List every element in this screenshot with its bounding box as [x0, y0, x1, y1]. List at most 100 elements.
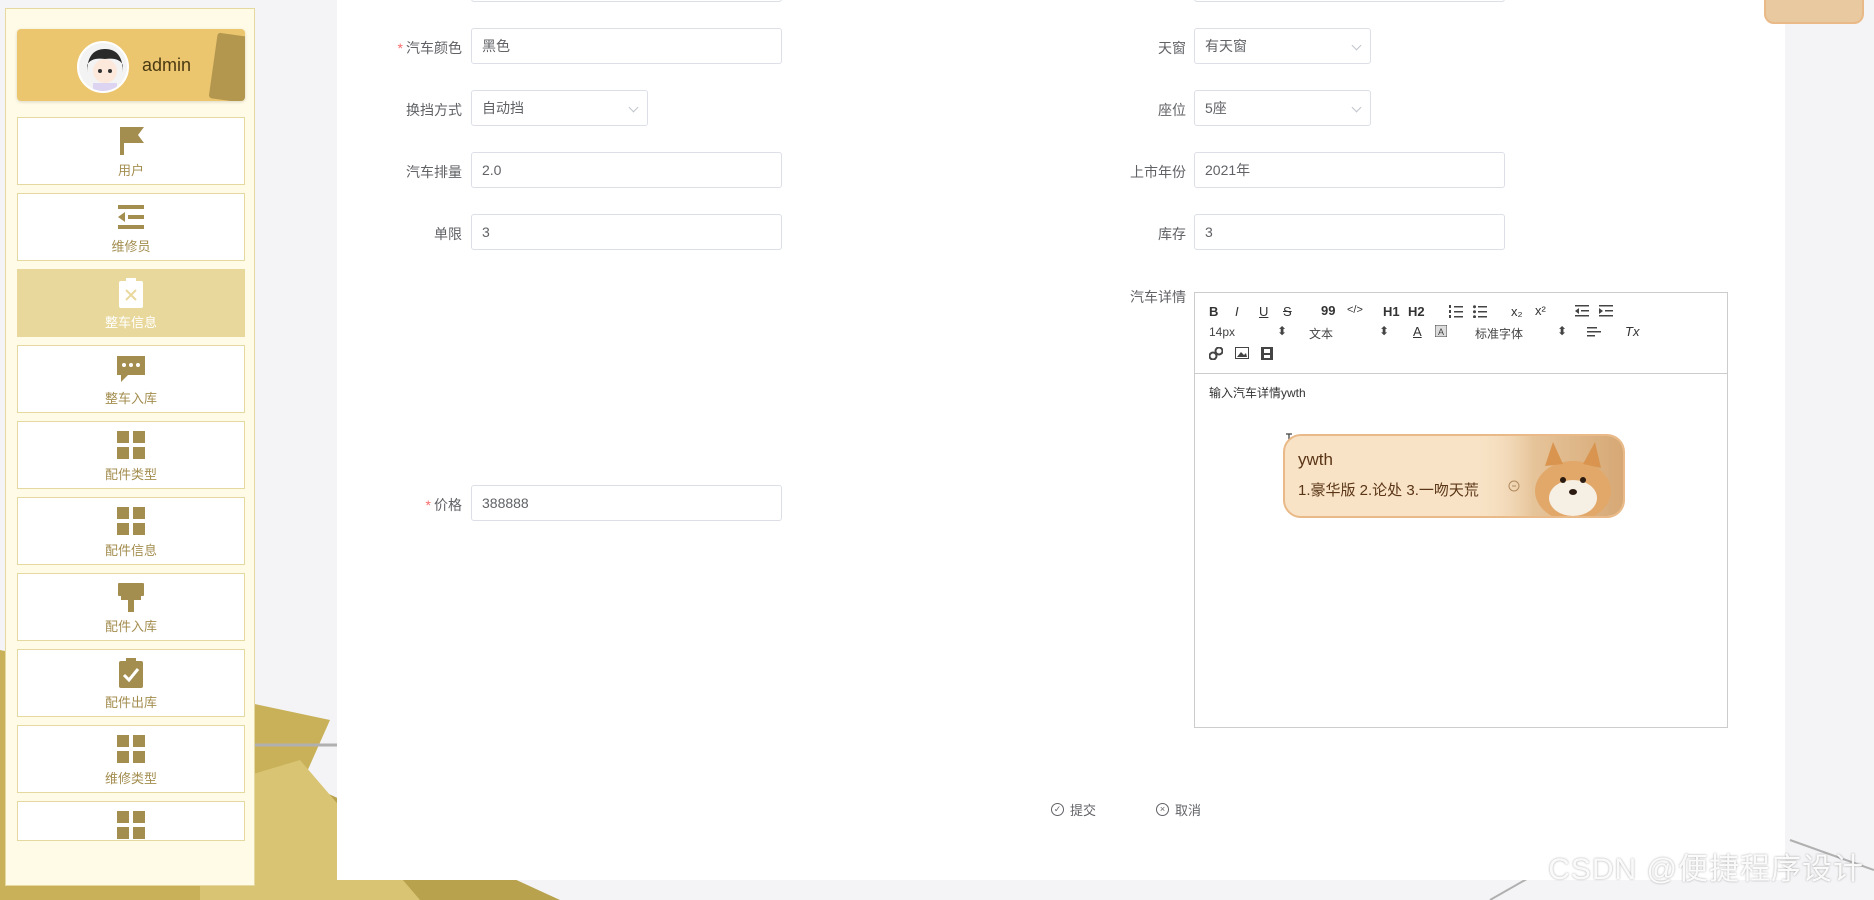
- sunroof-value: 有天窗: [1205, 38, 1247, 54]
- paint-brush-icon: [118, 583, 144, 612]
- quote-button[interactable]: 99: [1321, 303, 1335, 318]
- chevron-down-icon: [1351, 102, 1362, 113]
- sidebar-item-vehicle-stock-in[interactable]: 整车入库: [17, 345, 245, 413]
- font-family-select-arrow: ⬍: [1557, 324, 1568, 338]
- indent-icon[interactable]: [1599, 305, 1613, 317]
- editor-content[interactable]: 输入汽车详情ywth: [1195, 374, 1727, 411]
- limit-label: 单限: [434, 226, 462, 242]
- sidebar-item-repair-types[interactable]: 维修类型: [17, 725, 245, 793]
- bold-button[interactable]: B: [1209, 304, 1218, 319]
- top-clipped-input-right[interactable]: [1194, 0, 1505, 2]
- sidebar-item-label: 配件类型: [104, 467, 157, 482]
- sidebar-item-label: 整车入库: [104, 391, 157, 406]
- sidebar-item-more[interactable]: [17, 801, 245, 841]
- h1-button[interactable]: H1: [1383, 304, 1400, 319]
- check-circle-icon: ✓: [1051, 803, 1064, 816]
- gearbox-value: 自动挡: [482, 100, 524, 116]
- sidebar-item-label: 整车信息: [104, 315, 157, 330]
- image-icon[interactable]: [1235, 347, 1249, 359]
- clipboard-check-icon: [119, 658, 143, 688]
- sidebar-item-label: 配件出库: [104, 695, 157, 710]
- h2-button[interactable]: H2: [1408, 304, 1425, 319]
- seats-value: 5座: [1205, 100, 1227, 116]
- seats-select[interactable]: 5座: [1194, 90, 1371, 126]
- text-type-select-arrow: ⬍: [1379, 324, 1390, 338]
- ime-typed-text: ywth: [1298, 450, 1333, 469]
- italic-button[interactable]: I: [1235, 304, 1239, 319]
- sidebar-item-part-stock-in[interactable]: 配件入库: [17, 573, 245, 641]
- sunroof-select[interactable]: 有天窗: [1194, 28, 1371, 64]
- sunroof-label: 天窗: [1158, 40, 1186, 56]
- ordered-list-icon[interactable]: [1449, 305, 1463, 318]
- outdent-icon[interactable]: [1575, 305, 1589, 317]
- displacement-label: 汽车排量: [406, 164, 462, 180]
- sidebar-item-label: 维修类型: [104, 771, 157, 786]
- limit-input[interactable]: 3: [471, 214, 782, 250]
- sidebar-item-vehicle-info[interactable]: 整车信息: [17, 269, 245, 337]
- username: admin: [142, 55, 192, 75]
- font-size-select[interactable]: 14px: [1209, 325, 1235, 339]
- superscript-button[interactable]: x²: [1535, 303, 1546, 318]
- ime-thumbnail: [1764, 0, 1864, 24]
- svg-text:A: A: [1438, 327, 1444, 337]
- editor-toolbar: B I U S 99 </> H1 H2 x₂ x² 14px ⬍ 文本 ⬍ A…: [1195, 293, 1727, 374]
- font-color-button[interactable]: A: [1413, 324, 1422, 339]
- sidebar-item-label: 维修员: [111, 239, 151, 254]
- sidebar-item-users[interactable]: 用户: [17, 117, 245, 185]
- year-input[interactable]: 2021年: [1194, 152, 1505, 188]
- sidebar-item-label: 配件信息: [104, 543, 157, 558]
- sidebar-item-part-info[interactable]: 配件信息: [17, 497, 245, 565]
- grid-icon: [117, 735, 145, 763]
- price-label: * 价格: [425, 497, 462, 513]
- seats-label: 座位: [1158, 102, 1186, 118]
- ime-candidate-popup[interactable]: ywth 1.豪华版 2.论处 3.一吻天荒: [1283, 434, 1625, 518]
- details-label: 汽车详情: [1130, 289, 1186, 305]
- gearbox-label: 换挡方式: [406, 102, 462, 118]
- grid-icon: [117, 507, 145, 535]
- background-color-icon[interactable]: A: [1435, 325, 1447, 337]
- video-icon[interactable]: [1261, 347, 1273, 360]
- align-left-icon[interactable]: [1587, 327, 1601, 337]
- code-button[interactable]: </>: [1347, 304, 1363, 316]
- underline-button[interactable]: U: [1259, 304, 1268, 319]
- price-input[interactable]: 388888: [471, 485, 782, 521]
- cancel-button[interactable]: × 取消: [1156, 800, 1201, 819]
- chat-bubble-icon: [117, 356, 145, 382]
- user-card[interactable]: admin: [17, 29, 245, 101]
- color-input[interactable]: 黑色: [471, 28, 782, 64]
- sidebar-item-part-types[interactable]: 配件类型: [17, 421, 245, 489]
- chevron-down-icon: [1351, 40, 1362, 51]
- text-type-select[interactable]: 文本: [1309, 325, 1333, 342]
- cancel-label: 取消: [1175, 803, 1202, 818]
- gearbox-select[interactable]: 自动挡: [471, 90, 648, 126]
- sidebar-item-label: 配件入库: [104, 619, 157, 634]
- stock-input[interactable]: 3: [1194, 214, 1505, 250]
- sidebar-item-repairmen[interactable]: 维修员: [17, 193, 245, 261]
- flag-icon: [120, 127, 144, 155]
- user-card-flap: [208, 32, 245, 101]
- clear-format-button[interactable]: Tx: [1625, 324, 1639, 339]
- sidebar-item-part-stock-out[interactable]: 配件出库: [17, 649, 245, 717]
- ime-more-icon[interactable]: [1508, 480, 1520, 492]
- bullet-list-icon[interactable]: [1473, 305, 1487, 318]
- link-icon[interactable]: [1209, 347, 1223, 360]
- chevron-down-icon: [628, 102, 639, 113]
- subscript-button[interactable]: x₂: [1511, 304, 1523, 319]
- font-family-select[interactable]: 标准字体: [1475, 325, 1523, 342]
- clipboard-x-icon: [119, 278, 143, 308]
- submit-button[interactable]: ✓ 提交: [1051, 800, 1096, 819]
- avatar: [77, 41, 129, 93]
- font-size-select-arrow: ⬍: [1277, 324, 1288, 338]
- stock-label: 库存: [1158, 226, 1186, 242]
- ime-candidate-list[interactable]: 1.豪华版 2.论处 3.一吻天荒: [1298, 479, 1479, 500]
- sidebar: admin 用户 维修员 整车信息 整车入库 配件类型 配件信息 配件入库 配件…: [5, 8, 255, 886]
- strike-button[interactable]: S: [1283, 304, 1292, 319]
- close-circle-icon: ×: [1156, 803, 1169, 816]
- grid-icon: [117, 811, 145, 839]
- shiba-dog-skin-image: [1473, 436, 1623, 516]
- displacement-input[interactable]: 2.0: [471, 152, 782, 188]
- indent-list-icon: [118, 205, 144, 229]
- top-clipped-input[interactable]: [471, 0, 782, 2]
- color-label: * 汽车颜色: [397, 40, 462, 56]
- year-label: 上市年份: [1130, 164, 1186, 180]
